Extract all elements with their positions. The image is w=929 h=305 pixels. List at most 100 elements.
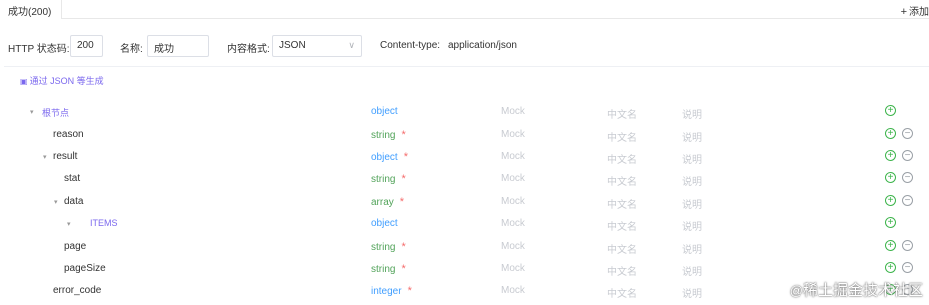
mock-input[interactable]: Mock — [501, 106, 525, 117]
field-type[interactable]: object — [371, 106, 398, 117]
chevron-down-icon: ∨ — [348, 40, 355, 50]
add-label: 添加 — [909, 7, 929, 18]
remove-field-icon[interactable]: − — [902, 262, 913, 273]
field-type-value: object — [371, 218, 398, 229]
plus-icon: + — [900, 6, 907, 18]
tab-success-200[interactable]: 成功(200) — [0, 0, 62, 19]
field-type-value: object — [371, 106, 398, 117]
field-type-value: string — [371, 130, 396, 141]
field-type[interactable]: string * — [371, 241, 406, 253]
table-row: ▾ 根节点 object Mock 中文名 说明 + — [4, 102, 929, 124]
expand-arrow-icon[interactable]: ▾ — [54, 198, 58, 206]
name-label: 名称: — [120, 44, 143, 55]
required-marker: * — [399, 196, 405, 208]
field-name: page — [64, 241, 87, 252]
add-field-icon[interactable]: + — [885, 128, 896, 139]
field-type[interactable]: integer * — [371, 285, 412, 297]
remove-field-icon[interactable]: − — [902, 195, 913, 206]
field-type[interactable]: string * — [371, 129, 406, 141]
field-type[interactable]: string * — [371, 263, 406, 275]
field-name: result — [53, 151, 78, 162]
cn-name-input[interactable]: 中文名 — [607, 106, 637, 121]
add-field-icon[interactable]: + — [885, 262, 896, 273]
description-input[interactable]: 说明 — [682, 241, 702, 256]
description-input[interactable]: 说明 — [682, 218, 702, 233]
mock-input[interactable]: Mock — [501, 196, 525, 207]
description-input[interactable]: 说明 — [682, 263, 702, 278]
cn-name-input[interactable]: 中文名 — [607, 196, 637, 211]
mock-input[interactable]: Mock — [501, 129, 525, 140]
table-row: ▾ ITEMS object Mock 中文名 说明 + — [4, 214, 929, 236]
add-field-icon[interactable]: + — [885, 217, 896, 228]
field-type-value: string — [371, 174, 396, 185]
field-type[interactable]: object * — [371, 151, 408, 163]
add-field-icon[interactable]: + — [885, 150, 896, 161]
required-marker: * — [401, 263, 406, 275]
field-name: pageSize — [64, 263, 106, 274]
cn-name-input[interactable]: 中文名 — [607, 285, 637, 300]
remove-field-icon[interactable]: − — [902, 172, 913, 183]
tab-label: 成功(200) — [8, 7, 52, 18]
expand-arrow-icon[interactable]: ▾ — [43, 153, 47, 161]
add-response-button[interactable]: + 添加 — [901, 3, 929, 18]
expand-arrow-icon[interactable]: ▾ — [67, 220, 71, 228]
description-input[interactable]: 说明 — [682, 173, 702, 188]
remove-field-icon[interactable]: − — [902, 240, 913, 251]
generate-from-json-button[interactable]: ▣ 通过 JSON 等生成 — [20, 74, 104, 87]
expand-arrow-icon[interactable]: ▾ — [30, 108, 34, 116]
add-field-icon[interactable]: + — [885, 195, 896, 206]
field-name: reason — [53, 129, 84, 140]
description-input[interactable]: 说明 — [682, 151, 702, 166]
watermark: @稀土掘金技术社区 — [790, 279, 923, 300]
mock-input[interactable]: Mock — [501, 241, 525, 252]
field-type-value: string — [371, 242, 396, 253]
cn-name-input[interactable]: 中文名 — [607, 263, 637, 278]
field-name: data — [64, 196, 84, 207]
tab-bar: 成功(200) + 添加 — [0, 0, 929, 19]
watermark-text: 稀土掘金技术社区 — [802, 282, 923, 299]
add-field-icon[interactable]: + — [885, 172, 896, 183]
content-type-value: application/json — [448, 40, 517, 51]
mock-input[interactable]: Mock — [501, 173, 525, 184]
mock-input[interactable]: Mock — [501, 218, 525, 229]
add-field-icon[interactable]: + — [885, 240, 896, 251]
required-marker: * — [401, 173, 406, 185]
required-marker: * — [401, 241, 406, 253]
table-row: ▾ result object * Mock 中文名 说明 + − — [4, 147, 929, 169]
status-code-input[interactable]: 200 — [70, 35, 103, 57]
table-row: pageSize string * Mock 中文名 说明 + − — [4, 259, 929, 281]
mock-input[interactable]: Mock — [501, 151, 525, 162]
field-name: error_code — [53, 285, 102, 296]
remove-field-icon[interactable]: − — [902, 128, 913, 139]
field-type-value: integer — [371, 286, 402, 297]
remove-field-icon[interactable]: − — [902, 150, 913, 161]
required-marker: * — [401, 129, 406, 141]
content-format-label: 内容格式: — [227, 44, 270, 55]
cn-name-input[interactable]: 中文名 — [607, 218, 637, 233]
required-marker: * — [407, 285, 412, 297]
description-input[interactable]: 说明 — [682, 285, 702, 300]
field-type[interactable]: object — [371, 218, 398, 229]
required-marker: * — [403, 151, 408, 163]
field-type-value: string — [371, 264, 396, 275]
field-name: 根节点 — [42, 108, 70, 118]
field-name: stat — [64, 173, 81, 184]
cn-name-input[interactable]: 中文名 — [607, 241, 637, 256]
import-icon: ▣ — [20, 77, 28, 86]
cn-name-input[interactable]: 中文名 — [607, 173, 637, 188]
mock-input[interactable]: Mock — [501, 285, 525, 296]
content-format-select[interactable]: JSON ∨ — [272, 35, 362, 57]
content-format-value: JSON — [279, 40, 306, 51]
field-type[interactable]: string * — [371, 173, 406, 185]
cn-name-input[interactable]: 中文名 — [607, 129, 637, 144]
response-settings: HTTP 状态码: 200 名称: 成功 内容格式: JSON ∨ Conten… — [0, 35, 929, 57]
field-type[interactable]: array * — [371, 196, 404, 208]
name-input[interactable]: 成功 — [147, 35, 209, 57]
schema-editor: ▣ 通过 JSON 等生成 ▾ 根节点 object Mock 中文名 说明 + reason s… — [4, 66, 929, 305]
description-input[interactable]: 说明 — [682, 196, 702, 211]
cn-name-input[interactable]: 中文名 — [607, 151, 637, 166]
mock-input[interactable]: Mock — [501, 263, 525, 274]
description-input[interactable]: 说明 — [682, 106, 702, 121]
description-input[interactable]: 说明 — [682, 129, 702, 144]
add-field-icon[interactable]: + — [885, 105, 896, 116]
